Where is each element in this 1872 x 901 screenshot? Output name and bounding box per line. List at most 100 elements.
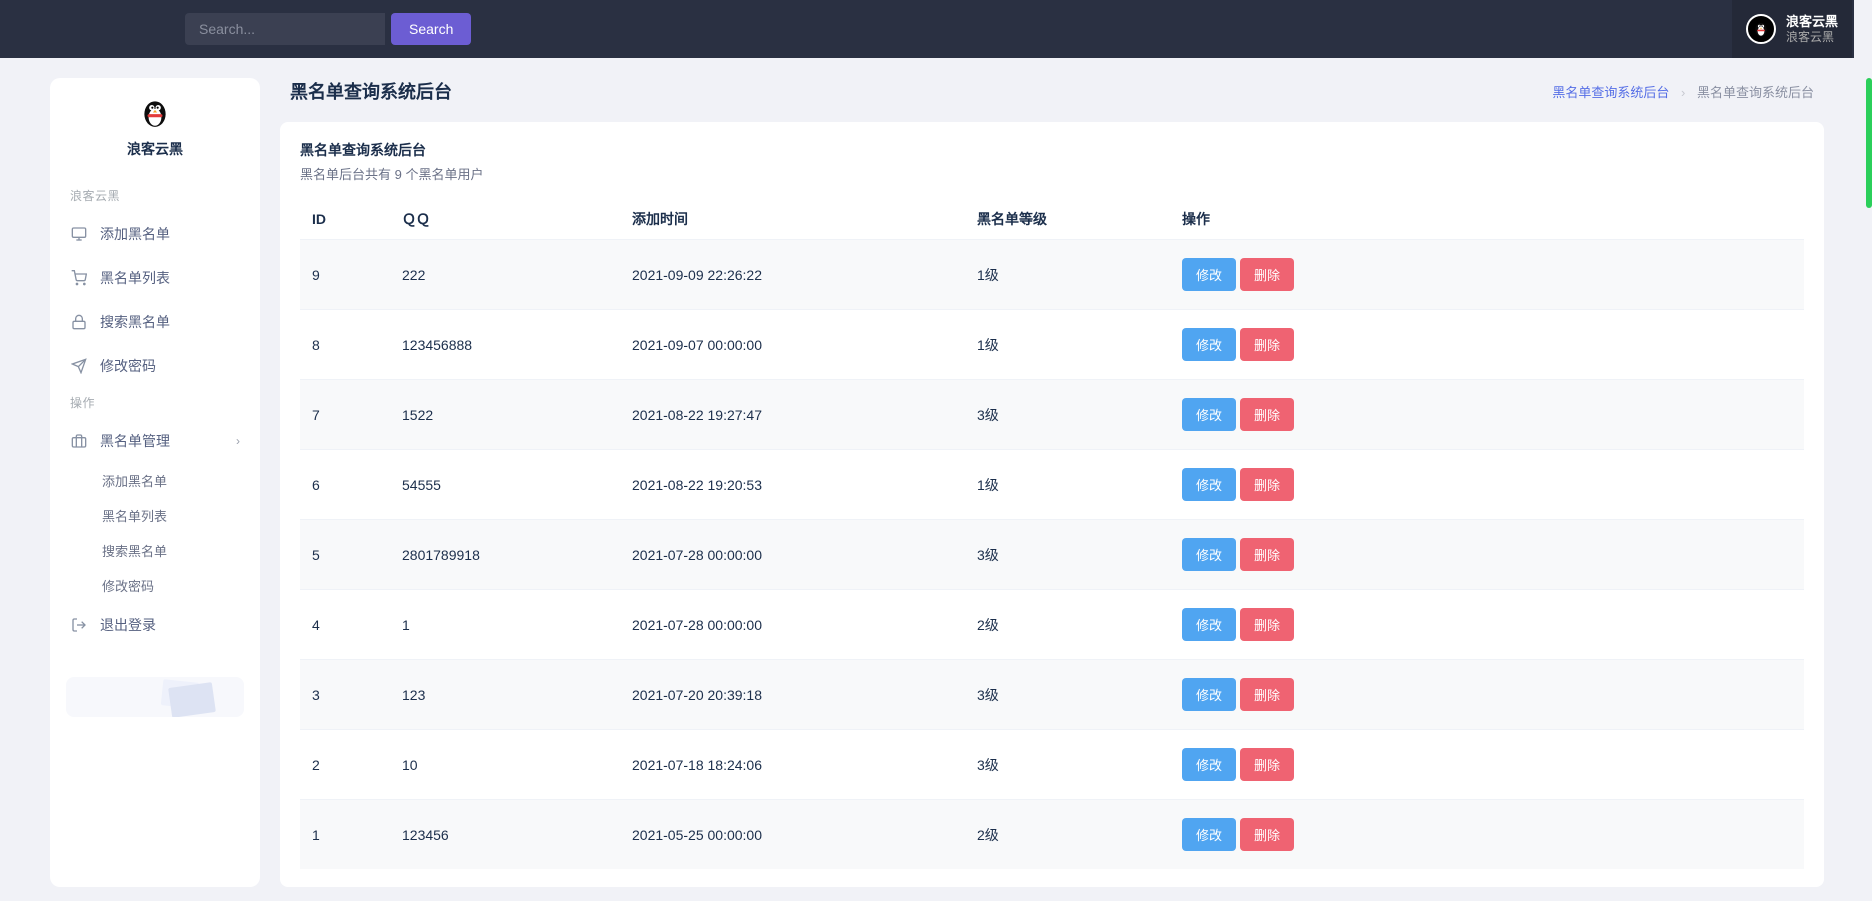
table-row: 715222021-08-22 19:27:473级修改删除 bbox=[300, 380, 1804, 450]
breadcrumb-current: 黑名单查询系统后台 bbox=[1697, 85, 1814, 100]
cell-time: 2021-09-09 22:26:22 bbox=[620, 240, 965, 310]
edit-button[interactable]: 修改 bbox=[1182, 258, 1236, 291]
sidebar-item-label: 黑名单管理 bbox=[100, 431, 170, 451]
topbar: Search 浪客云黑 浪客云黑 bbox=[0, 0, 1872, 58]
col-level: 黑名单等级 bbox=[965, 199, 1170, 240]
cell-id: 5 bbox=[300, 520, 390, 590]
cell-time: 2021-08-22 19:20:53 bbox=[620, 450, 965, 520]
table-row: 11234562021-05-25 00:00:002级修改删除 bbox=[300, 800, 1804, 870]
cell-level: 1级 bbox=[965, 310, 1170, 380]
cell-qq: 222 bbox=[390, 240, 620, 310]
table-row: 6545552021-08-22 19:20:531级修改删除 bbox=[300, 450, 1804, 520]
sidebar-section-label: 操作 bbox=[50, 388, 260, 419]
edit-button[interactable]: 修改 bbox=[1182, 748, 1236, 781]
delete-button[interactable]: 删除 bbox=[1240, 258, 1294, 291]
chevron-right-icon: › bbox=[236, 434, 240, 448]
cell-qq: 10 bbox=[390, 730, 620, 800]
sidebar-sub-password[interactable]: 修改密码 bbox=[102, 568, 260, 603]
delete-button[interactable]: 删除 bbox=[1240, 748, 1294, 781]
cell-id: 6 bbox=[300, 450, 390, 520]
user-menu[interactable]: 浪客云黑 浪客云黑 bbox=[1732, 0, 1852, 58]
cell-qq: 54555 bbox=[390, 450, 620, 520]
sidebar-sub-list[interactable]: 黑名单列表 bbox=[102, 498, 260, 533]
col-id: ID bbox=[300, 199, 390, 240]
table-row: 81234568882021-09-07 00:00:001级修改删除 bbox=[300, 310, 1804, 380]
promo-card bbox=[66, 677, 244, 717]
card-title: 黑名单查询系统后台 bbox=[300, 140, 1804, 160]
sidebar-item-label: 修改密码 bbox=[100, 356, 156, 376]
edit-button[interactable]: 修改 bbox=[1182, 818, 1236, 851]
delete-button[interactable]: 删除 bbox=[1240, 328, 1294, 361]
cell-level: 1级 bbox=[965, 240, 1170, 310]
cell-time: 2021-07-20 20:39:18 bbox=[620, 660, 965, 730]
sidebar: 浪客云黑 浪客云黑 添加黑名单 黑名单列表 搜索黑名单 修改密码 bbox=[50, 78, 260, 887]
brand-text: 浪客云黑 bbox=[50, 139, 260, 159]
cell-id: 1 bbox=[300, 800, 390, 870]
cell-actions: 修改删除 bbox=[1170, 380, 1804, 450]
edit-button[interactable]: 修改 bbox=[1182, 678, 1236, 711]
breadcrumb-root[interactable]: 黑名单查询系统后台 bbox=[1552, 85, 1669, 100]
edit-button[interactable]: 修改 bbox=[1182, 328, 1236, 361]
cell-actions: 修改删除 bbox=[1170, 450, 1804, 520]
col-qq: ＱＱ bbox=[390, 199, 620, 240]
sidebar-item-label: 黑名单列表 bbox=[100, 268, 170, 288]
table-row: 412021-07-28 00:00:002级修改删除 bbox=[300, 590, 1804, 660]
cell-time: 2021-07-28 00:00:00 bbox=[620, 590, 965, 660]
cell-actions: 修改删除 bbox=[1170, 590, 1804, 660]
cell-id: 8 bbox=[300, 310, 390, 380]
cell-actions: 修改删除 bbox=[1170, 310, 1804, 380]
sidebar-sub-add[interactable]: 添加黑名单 bbox=[102, 463, 260, 498]
sidebar-item-manage[interactable]: 黑名单管理 › bbox=[50, 419, 260, 463]
cell-level: 2级 bbox=[965, 800, 1170, 870]
monitor-icon bbox=[70, 225, 88, 243]
cell-id: 3 bbox=[300, 660, 390, 730]
blacklist-table: ID ＱＱ 添加时间 黑名单等级 操作 92222021-09-09 22:26… bbox=[300, 199, 1804, 869]
cell-id: 2 bbox=[300, 730, 390, 800]
cell-actions: 修改删除 bbox=[1170, 240, 1804, 310]
user-sub: 浪客云黑 bbox=[1786, 30, 1838, 44]
cell-time: 2021-09-07 00:00:00 bbox=[620, 310, 965, 380]
cart-icon bbox=[70, 269, 88, 287]
sidebar-item-password[interactable]: 修改密码 bbox=[50, 344, 260, 388]
sidebar-item-label: 添加黑名单 bbox=[100, 224, 170, 244]
delete-button[interactable]: 删除 bbox=[1240, 538, 1294, 571]
edit-button[interactable]: 修改 bbox=[1182, 608, 1236, 641]
sidebar-item-logout[interactable]: 退出登录 bbox=[50, 603, 260, 647]
delete-button[interactable]: 删除 bbox=[1240, 398, 1294, 431]
delete-button[interactable]: 删除 bbox=[1240, 678, 1294, 711]
penguin-icon bbox=[138, 96, 172, 130]
sidebar-item-list[interactable]: 黑名单列表 bbox=[50, 256, 260, 300]
sidebar-section-label: 浪客云黑 bbox=[50, 181, 260, 212]
table-row: 92222021-09-09 22:26:221级修改删除 bbox=[300, 240, 1804, 310]
delete-button[interactable]: 删除 bbox=[1240, 608, 1294, 641]
search-button[interactable]: Search bbox=[391, 13, 471, 45]
sidebar-item-search[interactable]: 搜索黑名单 bbox=[50, 300, 260, 344]
cell-time: 2021-08-22 19:27:47 bbox=[620, 380, 965, 450]
cell-level: 1级 bbox=[965, 450, 1170, 520]
edit-button[interactable]: 修改 bbox=[1182, 538, 1236, 571]
cell-level: 3级 bbox=[965, 520, 1170, 590]
delete-button[interactable]: 删除 bbox=[1240, 468, 1294, 501]
sidebar-submenu: 添加黑名单 黑名单列表 搜索黑名单 修改密码 bbox=[50, 463, 260, 603]
sidebar-item-add[interactable]: 添加黑名单 bbox=[50, 212, 260, 256]
data-card: 黑名单查询系统后台 黑名单后台共有 9 个黑名单用户 ID ＱＱ 添加时间 黑名… bbox=[280, 122, 1824, 887]
cell-actions: 修改删除 bbox=[1170, 730, 1804, 800]
briefcase-icon bbox=[70, 432, 88, 450]
cell-level: 2级 bbox=[965, 590, 1170, 660]
cell-time: 2021-07-28 00:00:00 bbox=[620, 520, 965, 590]
sidebar-item-label: 退出登录 bbox=[100, 615, 156, 635]
cell-level: 3级 bbox=[965, 730, 1170, 800]
delete-button[interactable]: 删除 bbox=[1240, 818, 1294, 851]
scrollbar-thumb[interactable] bbox=[1866, 78, 1872, 208]
logout-icon bbox=[70, 616, 88, 634]
cell-level: 3级 bbox=[965, 660, 1170, 730]
search-input[interactable] bbox=[185, 13, 385, 45]
card-subtitle: 黑名单后台共有 9 个黑名单用户 bbox=[300, 164, 1804, 183]
cell-id: 7 bbox=[300, 380, 390, 450]
cell-time: 2021-05-25 00:00:00 bbox=[620, 800, 965, 870]
edit-button[interactable]: 修改 bbox=[1182, 468, 1236, 501]
sidebar-sub-search[interactable]: 搜索黑名单 bbox=[102, 533, 260, 568]
edit-button[interactable]: 修改 bbox=[1182, 398, 1236, 431]
cell-qq: 1 bbox=[390, 590, 620, 660]
cell-id: 9 bbox=[300, 240, 390, 310]
